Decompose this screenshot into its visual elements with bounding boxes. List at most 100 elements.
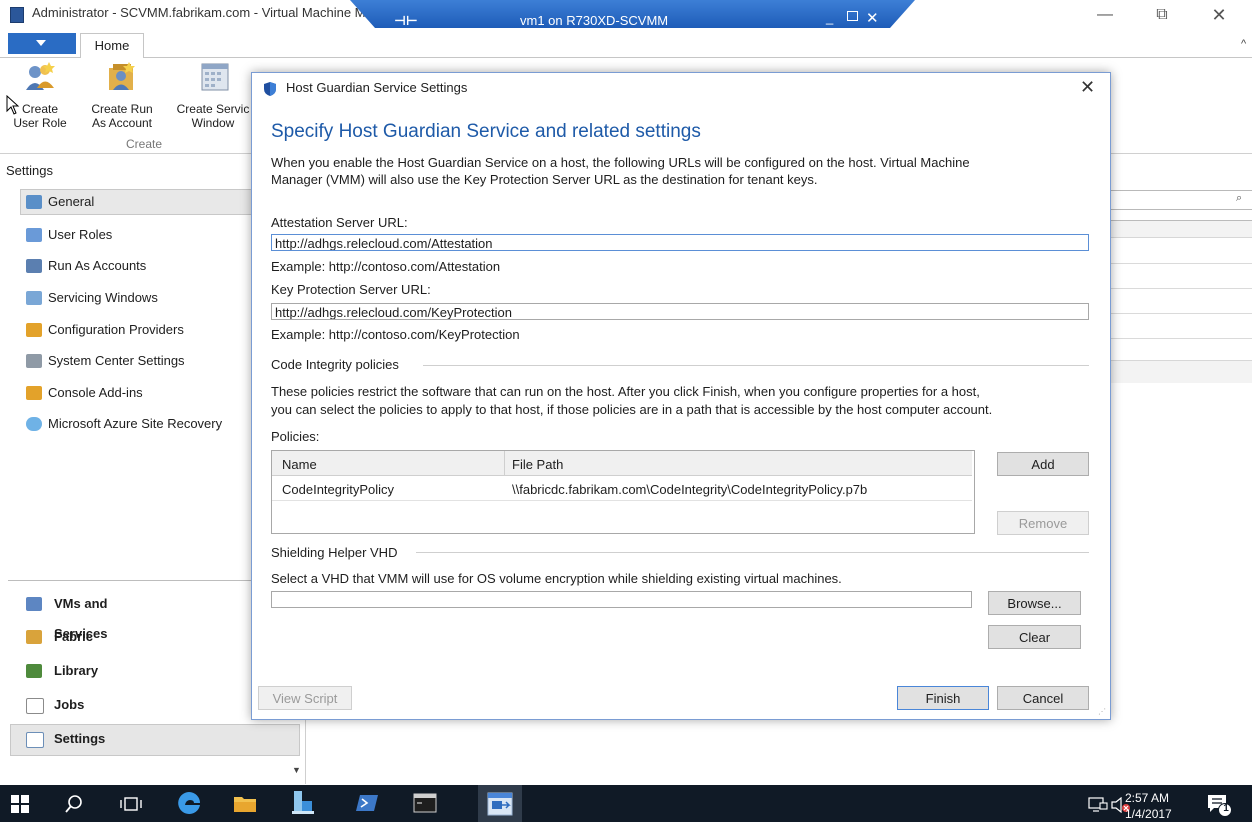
row-divider xyxy=(1110,313,1252,314)
windows-start-icon[interactable] xyxy=(11,795,29,813)
view-script-button[interactable]: View Script xyxy=(258,686,352,710)
maximize-button[interactable]: ⧉ xyxy=(1150,4,1174,26)
code-integrity-group-label: Code Integrity policies xyxy=(271,357,399,372)
code-integrity-desc-line-1: These policies restrict the software tha… xyxy=(271,384,980,399)
nav-overflow-chevron-icon[interactable]: ▼ xyxy=(292,765,301,775)
vmm-console-icon[interactable] xyxy=(487,792,513,816)
dialog-close-button[interactable]: ✕ xyxy=(1080,77,1095,98)
workspace-label: Library xyxy=(54,663,99,678)
column-divider[interactable] xyxy=(504,451,505,475)
table-row[interactable]: CodeIntegrityPolicy \\fabricdc.fabrikam.… xyxy=(272,476,972,500)
column-header-file-path[interactable]: File Path xyxy=(512,457,563,472)
create-user-role-label-2: User Role xyxy=(13,116,67,130)
attestation-url-label: Attestation Server URL: xyxy=(271,215,408,230)
attestation-url-input[interactable]: http://adhgs.relecloud.com/Attestation xyxy=(271,234,1089,251)
server-manager-icon[interactable] xyxy=(292,789,314,815)
row-divider xyxy=(1110,288,1252,289)
search-input[interactable] xyxy=(1110,190,1252,210)
nav-item-label: Servicing Windows xyxy=(48,290,158,305)
add-policy-button[interactable]: Add xyxy=(997,452,1089,476)
jobs-icon xyxy=(26,698,44,714)
create-servicing-label-2: Window xyxy=(191,116,235,130)
clear-button[interactable]: Clear xyxy=(988,625,1081,649)
nav-item-system-center-settings[interactable]: System Center Settings xyxy=(26,348,266,374)
code-integrity-desc-line-2: you can select the policies to apply to … xyxy=(271,402,993,417)
dialog-heading: Specify Host Guardian Service and relate… xyxy=(271,121,701,142)
policy-name-cell: CodeIntegrityPolicy xyxy=(282,482,394,497)
powershell-icon[interactable] xyxy=(355,793,379,813)
general-icon xyxy=(26,195,42,209)
nav-item-servicing-windows[interactable]: Servicing Windows xyxy=(26,285,266,311)
tab-home[interactable]: Home xyxy=(80,33,144,58)
remote-close-button[interactable]: ✕ xyxy=(866,9,879,27)
nav-item-azure-site-recovery[interactable]: Microsoft Azure Site Recovery xyxy=(26,411,266,437)
nav-item-run-as-accounts[interactable]: Run As Accounts xyxy=(26,253,266,279)
ribbon-tab-row xyxy=(0,30,1252,58)
network-icon[interactable] xyxy=(1088,797,1108,813)
search-icon[interactable] xyxy=(64,794,84,814)
column-header-name[interactable]: Name xyxy=(282,457,317,472)
row-divider xyxy=(272,500,972,501)
nav-item-label: Run As Accounts xyxy=(48,258,147,273)
fabric-icon xyxy=(26,630,42,644)
attestation-example: Example: http://contoso.com/Attestation xyxy=(271,259,501,274)
chevron-down-icon xyxy=(36,40,46,46)
create-servicing-window-button[interactable]: Create Servic Window xyxy=(168,60,258,130)
policy-path-cell: \\fabricdc.fabrikam.com\CodeIntegrity\Co… xyxy=(512,482,868,497)
remote-restore-button[interactable] xyxy=(847,11,858,21)
user-roles-icon xyxy=(26,228,42,242)
servicing-windows-icon xyxy=(26,291,42,305)
task-view-icon[interactable] xyxy=(120,796,142,812)
clock-time: 2:57 AM xyxy=(1125,791,1170,805)
vms-services-icon xyxy=(26,597,42,611)
browse-button[interactable]: Browse... xyxy=(988,591,1081,615)
nav-item-label: General xyxy=(48,194,95,209)
nav-item-general[interactable]: General xyxy=(26,189,266,215)
settings-icon xyxy=(26,732,44,748)
remove-policy-button[interactable]: Remove xyxy=(997,511,1089,535)
nav-item-label: Configuration Providers xyxy=(48,322,184,337)
collapse-ribbon-icon[interactable]: ^ xyxy=(1241,38,1246,50)
workspace-label: Fabric xyxy=(54,629,94,644)
remote-session-title: vm1 on R730XD-SCVMM xyxy=(520,13,669,28)
create-run-as-label-2: As Account xyxy=(91,116,153,130)
shielding-vhd-input[interactable] xyxy=(271,591,972,608)
system-center-settings-icon xyxy=(26,354,42,368)
create-run-as-account-button[interactable]: Create Run As Account xyxy=(84,60,160,130)
nav-item-label: System Center Settings xyxy=(48,353,185,368)
nav-item-configuration-providers[interactable]: Configuration Providers xyxy=(26,317,266,343)
user-role-icon xyxy=(26,62,55,90)
nav-item-console-add-ins[interactable]: Console Add-ins xyxy=(26,380,266,406)
app-icon[interactable] xyxy=(10,7,24,23)
close-window-button[interactable]: ✕ xyxy=(1207,4,1231,26)
policies-label: Policies: xyxy=(271,429,320,444)
create-servicing-label-1: Create Servic xyxy=(176,102,250,116)
pin-connection-bar-icon[interactable]: ⊣⊢ xyxy=(394,13,418,29)
nav-item-user-roles[interactable]: User Roles xyxy=(26,222,266,248)
command-prompt-icon[interactable] xyxy=(413,793,437,813)
key-protection-url-input[interactable]: http://adhgs.relecloud.com/KeyProtection xyxy=(271,303,1089,320)
intro-text-line-1: When you enable the Host Guardian Servic… xyxy=(271,155,970,170)
resize-grip-icon[interactable]: ⋰ xyxy=(1098,707,1106,716)
file-explorer-icon[interactable] xyxy=(233,793,257,813)
shielding-group-label: Shielding Helper VHD xyxy=(271,545,398,560)
group-divider xyxy=(423,365,1089,366)
clock[interactable]: 2:57 AM 1/4/2017 xyxy=(1125,790,1172,822)
remote-minimize-button[interactable]: _ xyxy=(826,10,833,25)
finish-button[interactable]: Finish xyxy=(897,686,989,710)
intro-text-line-2: Manager (VMM) will also use the Key Prot… xyxy=(271,172,818,187)
results-header xyxy=(1110,220,1252,238)
dialog-title: Host Guardian Service Settings xyxy=(286,80,468,95)
notification-count-badge: 1 xyxy=(1223,803,1229,814)
run-as-icon xyxy=(26,259,42,273)
cancel-button[interactable]: Cancel xyxy=(997,686,1089,710)
console-addins-icon xyxy=(26,386,42,400)
workspace-label: Jobs xyxy=(54,697,85,712)
shield-icon xyxy=(264,82,276,96)
row-divider xyxy=(1110,263,1252,264)
search-icon[interactable]: ⌕ xyxy=(1236,192,1242,205)
library-icon xyxy=(26,664,42,678)
edge-browser-icon[interactable] xyxy=(176,790,202,816)
mouse-cursor-icon xyxy=(6,95,20,115)
minimize-button[interactable]: — xyxy=(1093,4,1117,26)
